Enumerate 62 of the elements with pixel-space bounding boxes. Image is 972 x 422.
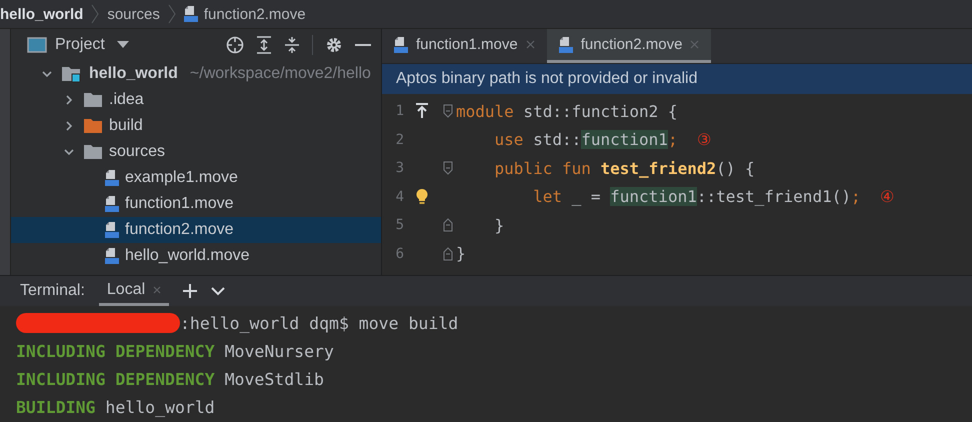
tree-item[interactable]: hello_world ~/workspace/move2/hello	[11, 61, 381, 87]
code-line: }	[494, 216, 504, 235]
terminal-line: INCLUDING DEPENDENCY MoveStdlib	[16, 370, 324, 388]
line-number: 2	[394, 132, 404, 148]
breadcrumb-item[interactable]: hello_world	[0, 6, 84, 22]
code-line: }	[456, 244, 466, 264]
chevron-right-icon	[168, 4, 176, 24]
file-icon	[105, 169, 119, 187]
file-icon	[105, 221, 119, 239]
folder-icon	[83, 144, 103, 160]
line-number: 1	[394, 103, 404, 120]
panel-title[interactable]: Project	[55, 36, 105, 54]
file-icon	[184, 5, 198, 23]
folder-icon	[83, 118, 103, 134]
tree-item[interactable]: sources	[11, 139, 381, 165]
file-icon	[558, 36, 573, 54]
plus-icon[interactable]	[183, 284, 198, 298]
panel-title: Terminal:	[20, 282, 85, 300]
tree-item[interactable]: .idea	[11, 87, 381, 113]
path-text: ~/workspace/move2/hello	[190, 65, 371, 83]
tree-item[interactable]: function2.move	[11, 217, 381, 243]
lightbulb-icon[interactable]	[415, 188, 429, 206]
tree-item[interactable]: function1.move	[11, 191, 381, 217]
collapse-all-icon[interactable]	[284, 36, 300, 54]
minimize-icon[interactable]	[355, 43, 371, 47]
terminal-line: INCLUDING DEPENDENCY MoveNursery	[16, 342, 334, 360]
tree-item[interactable]: example1.move	[11, 165, 381, 191]
fold-icon[interactable]	[443, 246, 453, 261]
tree-item[interactable]: build	[11, 113, 381, 139]
breadcrumb-item[interactable]: sources	[107, 6, 160, 22]
expand-all-icon[interactable]	[256, 36, 272, 54]
editor-tab[interactable]: function2.move	[546, 29, 712, 63]
fold-icon[interactable]	[443, 161, 453, 176]
caret-icon[interactable]	[116, 41, 129, 49]
line-number: 6	[394, 246, 404, 262]
arrow-up-icon[interactable]	[415, 103, 429, 120]
editor-tab[interactable]: function1.move	[382, 29, 547, 63]
fold-icon[interactable]	[443, 218, 453, 232]
project-folder-icon	[61, 65, 83, 83]
file-icon	[394, 36, 408, 54]
code-line: use std::function1; ③	[494, 130, 711, 150]
terminal-line: BUILDING hello_world	[16, 398, 215, 416]
line-number: 4	[394, 188, 404, 205]
breadcrumb-item[interactable]: function2.move	[204, 6, 306, 22]
code-line: public fun test_friend2() {	[494, 158, 755, 178]
tree-item[interactable]: hello_world.move	[11, 243, 381, 269]
notification-banner: Aptos binary path is not provided or invalid	[382, 64, 972, 94]
fold-icon[interactable]	[443, 104, 453, 118]
window-icon	[27, 37, 47, 53]
file-icon	[105, 195, 119, 213]
code-line: module std::function2 {	[456, 102, 678, 121]
file-icon	[105, 247, 119, 265]
settings-icon[interactable]	[325, 36, 343, 54]
line-number: 3	[394, 160, 404, 176]
folder-icon	[83, 92, 103, 108]
terminal-line: :hello_world dqm$ move build	[180, 314, 458, 332]
crosshair-icon[interactable]	[226, 36, 244, 54]
chevron-down-icon[interactable]	[211, 286, 226, 296]
code-line: let _ = function1::test_friend1(); ④	[532, 187, 894, 206]
terminal-tab[interactable]: Local	[98, 276, 170, 306]
chevron-right-icon	[91, 4, 100, 24]
line-number: 5	[394, 217, 404, 234]
